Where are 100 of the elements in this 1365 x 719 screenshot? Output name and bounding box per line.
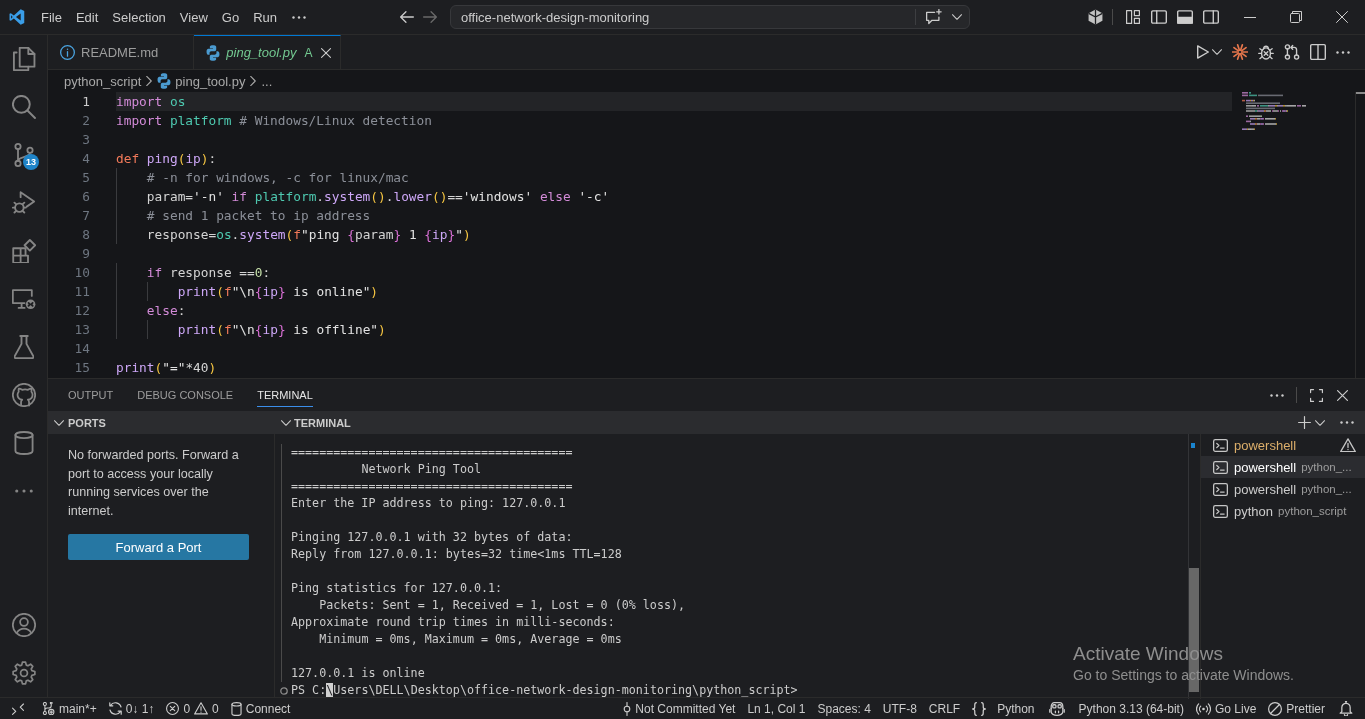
close-icon[interactable] bbox=[1336, 11, 1348, 23]
info-icon bbox=[60, 45, 75, 60]
minimize-icon[interactable] bbox=[1244, 16, 1256, 18]
scrollbar-thumb[interactable] bbox=[1356, 92, 1365, 94]
arrow-left-icon[interactable] bbox=[400, 11, 414, 23]
menu-item[interactable]: Run bbox=[246, 6, 284, 28]
menu-item[interactable]: File bbox=[34, 6, 69, 28]
bell-icon[interactable] bbox=[1339, 701, 1353, 716]
source-control-icon[interactable] bbox=[12, 143, 35, 167]
live-server-item[interactable]: Go Live bbox=[1189, 698, 1263, 719]
run-icon[interactable] bbox=[1197, 45, 1209, 59]
terminal-session[interactable]: powershell python_... bbox=[1201, 478, 1365, 500]
problems-item[interactable]: 0 0 bbox=[160, 698, 225, 719]
line-number: 2 bbox=[81, 112, 90, 130]
goggles-face-icon[interactable] bbox=[1048, 701, 1065, 716]
chat-sparkle-icon[interactable] bbox=[926, 9, 942, 25]
restore-icon[interactable] bbox=[1290, 11, 1302, 23]
breadcrumb[interactable]: ping_tool.py bbox=[157, 73, 246, 89]
more-icon[interactable] bbox=[1336, 50, 1350, 54]
more-icon[interactable] bbox=[292, 15, 306, 19]
cube-icon[interactable] bbox=[1088, 9, 1103, 25]
editor-tab[interactable]: README.md bbox=[48, 35, 195, 69]
remote-icon[interactable] bbox=[12, 702, 24, 715]
forward-port-button[interactable]: Forward a Port bbox=[68, 534, 249, 560]
maximize-icon[interactable] bbox=[1310, 388, 1323, 402]
panel-tab[interactable]: TERMINAL bbox=[257, 383, 313, 407]
git-branch-item[interactable]: main*+ bbox=[36, 698, 103, 719]
status-bar-item[interactable]: CRLF bbox=[922, 698, 967, 719]
files-icon[interactable] bbox=[11, 47, 36, 71]
settings-icon[interactable] bbox=[11, 661, 36, 685]
line-number: 1 bbox=[81, 93, 90, 111]
database-icon bbox=[230, 701, 242, 716]
terminal-prompt: PS C:\Users\DELL\Desktop\office-network-design-monitoring\python_script> bbox=[291, 682, 798, 699]
terminal-session[interactable]: powershell bbox=[1201, 434, 1365, 456]
more-icon[interactable] bbox=[1270, 393, 1284, 397]
status-bar-item[interactable]: UTF-8 bbox=[876, 698, 923, 719]
command-center[interactable]: office-network-design-monitoring bbox=[450, 5, 970, 29]
layout-icon[interactable] bbox=[1125, 10, 1141, 24]
remote-explorer-icon[interactable] bbox=[11, 288, 36, 310]
menu-item[interactable]: Selection bbox=[105, 6, 173, 28]
panel-tab[interactable]: DEBUG CONSOLE bbox=[137, 383, 234, 407]
more-icon[interactable] bbox=[1340, 421, 1354, 424]
git-compare-icon[interactable] bbox=[1284, 44, 1300, 60]
more-icon[interactable] bbox=[14, 489, 33, 493]
terminal-line: Enter the IP address to ping: 127.0.0.1 bbox=[291, 496, 566, 510]
chevron-down-icon[interactable] bbox=[952, 14, 962, 20]
code-minimap[interactable] bbox=[1242, 92, 1306, 130]
braces-icon bbox=[972, 701, 987, 716]
panel-bottom-icon[interactable] bbox=[1177, 10, 1193, 24]
terminal-session[interactable]: python python_script bbox=[1201, 500, 1365, 522]
chevron-down-icon[interactable] bbox=[1315, 419, 1325, 426]
terminal-icon bbox=[1213, 504, 1228, 518]
code-line: # -n for windows, -c for linux/mac bbox=[146, 169, 409, 187]
terminal-line: Approximate round trip times in milli-seconds: bbox=[291, 615, 615, 629]
prettier-item[interactable]: Prettier bbox=[1262, 698, 1331, 719]
line-number: 10 bbox=[73, 264, 90, 282]
arrow-right-icon[interactable] bbox=[423, 11, 437, 23]
run-debug-icon[interactable] bbox=[11, 191, 36, 215]
status-bar-item[interactable]: Spaces: 4 bbox=[811, 698, 877, 719]
flask-icon[interactable] bbox=[13, 335, 34, 359]
empty-state-message: No forwarded ports. Forward a port to access your locally running services over the internet. bbox=[68, 447, 240, 520]
line-number: 11 bbox=[73, 283, 90, 301]
split-editor-icon[interactable] bbox=[1310, 44, 1326, 60]
breadcrumb[interactable]: python_script bbox=[64, 73, 142, 89]
sidebar-left-icon[interactable] bbox=[1151, 10, 1167, 24]
menu-item[interactable]: Go bbox=[214, 6, 247, 28]
close-icon[interactable] bbox=[321, 47, 332, 58]
bug-icon[interactable] bbox=[1258, 44, 1274, 60]
chevron-down-icon[interactable] bbox=[1212, 49, 1222, 55]
status-bar-item[interactable]: Ln 1, Col 1 bbox=[741, 698, 812, 719]
menu-item[interactable]: View bbox=[172, 6, 215, 28]
search-icon[interactable] bbox=[11, 95, 36, 119]
terminal-session[interactable]: powershell python_... bbox=[1201, 456, 1365, 478]
account-icon[interactable] bbox=[11, 613, 36, 637]
database-icon[interactable] bbox=[13, 431, 34, 455]
extensions-icon[interactable] bbox=[11, 239, 36, 263]
editor-tab[interactable]: ping_tool.py A bbox=[194, 35, 342, 69]
burst-icon[interactable] bbox=[1232, 44, 1248, 60]
code-line: def ping(ip): bbox=[116, 150, 217, 168]
app-logo-icon bbox=[9, 9, 25, 25]
terminal-line: ======================================== bbox=[291, 445, 573, 459]
sidebar-right-icon[interactable] bbox=[1203, 10, 1219, 24]
breadcrumb[interactable]: ... bbox=[261, 73, 273, 89]
section-toggle[interactable]: TERMINAL bbox=[275, 411, 351, 434]
code-line: print(f"\n{ip} is online") bbox=[177, 283, 379, 301]
plus-icon[interactable] bbox=[1298, 416, 1311, 429]
sync-item[interactable]: 0↓ 1↑ bbox=[102, 698, 161, 719]
language-mode-item[interactable]: Python bbox=[966, 698, 1041, 719]
close-icon[interactable] bbox=[1337, 389, 1348, 401]
status-bar-item[interactable]: Python 3.13 (64-bit) bbox=[1072, 698, 1190, 719]
chevron-right-icon bbox=[250, 76, 257, 86]
git-blame-item[interactable]: Not Committed Yet bbox=[617, 698, 742, 719]
database-connect-item[interactable]: Connect bbox=[224, 698, 297, 719]
line-number: 13 bbox=[73, 321, 90, 339]
code-line: param='-n' if platform.system().lower()=='windows' else '-c' bbox=[146, 188, 610, 206]
menu-item[interactable]: Edit bbox=[68, 6, 106, 28]
github-icon[interactable] bbox=[11, 383, 36, 407]
line-number: 15 bbox=[73, 359, 90, 377]
panel-tab[interactable]: OUTPUT bbox=[68, 383, 114, 407]
code-line: import os bbox=[116, 93, 186, 111]
